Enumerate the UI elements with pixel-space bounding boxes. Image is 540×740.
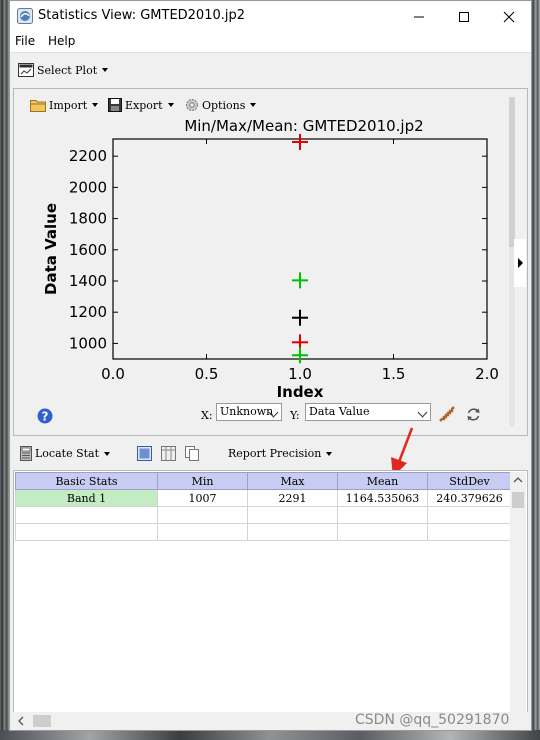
stats-toolbar: Locate Stat Report Precision (10, 440, 531, 468)
table-cell[interactable]: 240.379626 (427, 489, 512, 507)
table-cell[interactable] (15, 506, 158, 524)
view-columns-icon[interactable] (161, 446, 176, 461)
column-header-max[interactable]: Max (247, 472, 338, 490)
help-icon[interactable]: ? (37, 408, 53, 424)
table-cell[interactable]: Band 1 (15, 489, 158, 507)
column-header-basic-stats[interactable]: Basic Stats (15, 472, 158, 490)
y-tick-label: 1000 (69, 334, 107, 352)
watermark: CSDN @qq_50291870 (355, 712, 510, 728)
expand-panel-button[interactable] (514, 239, 526, 287)
desktop-background-bottom (0, 730, 540, 740)
table-cell[interactable]: 1164.535063 (337, 489, 428, 507)
desktop-background-left (0, 0, 9, 740)
copy-icon[interactable] (185, 446, 200, 461)
chart-title: Min/Max/Mean: GMTED2010.jp2 (184, 117, 423, 135)
x-axis-select-value: Unknown (220, 405, 274, 418)
table-cell[interactable] (337, 523, 428, 541)
title-bar: Statistics View: GMTED2010.jp2 (10, 1, 531, 32)
stats-table: Basic Stats Min Max Mean StdDev Band 1 1… (15, 472, 512, 541)
table-cell[interactable] (15, 523, 158, 541)
minimize-button[interactable] (396, 1, 441, 32)
table-cell[interactable] (247, 523, 338, 541)
x-axis-label: Index (277, 383, 324, 399)
table-cell[interactable]: 1007 (157, 489, 248, 507)
y-tick-label: 2200 (69, 147, 107, 165)
table-row[interactable]: Band 1 1007 2291 1164.535063 240.379626 (15, 489, 512, 507)
table-vertical-scrollbar[interactable] (510, 472, 526, 721)
table-header-row: Basic Stats Min Max Mean StdDev (15, 472, 512, 490)
column-header-mean[interactable]: Mean (337, 472, 428, 490)
table-cell[interactable] (157, 523, 248, 541)
column-header-min[interactable]: Min (157, 472, 248, 490)
select-plot-label: Select Plot (37, 63, 98, 77)
table-cell[interactable] (427, 506, 512, 524)
close-icon (503, 11, 514, 22)
locate-stat-label: Locate Stat (35, 447, 100, 460)
y-axis-selector-label: Y: (290, 409, 300, 422)
y-axis-select-value: Data Value (309, 405, 370, 418)
chevron-down-icon (102, 68, 109, 72)
column-header-stddev[interactable]: StdDev (427, 472, 512, 490)
view-single-icon[interactable] (137, 446, 152, 461)
y-axis-select[interactable]: Data Value (305, 403, 431, 421)
report-precision-button[interactable]: Report Precision (228, 447, 333, 460)
plot-panel: Import Export Options Min/Max/Mean: GMTE… (13, 88, 528, 477)
x-axis-select[interactable]: Unknown (216, 403, 282, 421)
triangle-right-icon (518, 258, 523, 268)
chevron-up-icon (513, 477, 523, 483)
table-row[interactable] (15, 523, 512, 541)
svg-text:?: ? (42, 410, 49, 424)
locate-stat-button[interactable]: Locate Stat (20, 446, 111, 461)
x-tick-label: 1.5 (382, 365, 406, 383)
chevron-down-icon (326, 451, 333, 456)
close-button[interactable] (486, 1, 531, 32)
x-tick-label: 0.0 (101, 365, 125, 383)
plot-area (112, 138, 488, 360)
x-axis-selector-label: X: (201, 409, 213, 422)
table-cell[interactable] (337, 506, 428, 524)
table-cell[interactable]: 2291 (247, 489, 338, 507)
x-tick-label: 1.0 (288, 365, 312, 383)
table-cell[interactable] (247, 506, 338, 524)
table-cell[interactable] (427, 523, 512, 541)
window-title: Statistics View: GMTED2010.jp2 (38, 8, 246, 23)
y-tick-label: 1600 (69, 241, 107, 259)
y-tick-label: 2000 (69, 178, 107, 196)
app-icon (17, 8, 33, 24)
minimize-icon (413, 16, 424, 17)
report-precision-label: Report Precision (228, 447, 322, 460)
menu-help[interactable]: Help (48, 34, 75, 48)
refresh-icon[interactable] (466, 407, 481, 422)
scatter-plot: Min/Max/Mean: GMTED2010.jp2 1000 1200 1400… (42, 117, 499, 399)
chevron-down-icon (104, 451, 111, 456)
x-tick-label: 0.5 (195, 365, 219, 383)
stats-table-area: Basic Stats Min Max Mean StdDev Band 1 1… (13, 470, 528, 724)
menu-bar: File Help (10, 32, 531, 52)
statistics-window: Statistics View: GMTED2010.jp2 File Help… (9, 0, 532, 731)
maximize-icon (458, 11, 469, 22)
chevron-left-icon (18, 716, 24, 726)
plot-icon (18, 63, 34, 77)
maximize-button[interactable] (441, 1, 486, 32)
main-toolbar: Select Plot (10, 52, 531, 88)
stairs-icon[interactable] (439, 406, 455, 422)
calculator-icon (20, 446, 32, 461)
table-row[interactable] (15, 506, 512, 524)
table-cell[interactable] (157, 506, 248, 524)
menu-file[interactable]: File (15, 34, 35, 48)
chevron-down-icon (417, 407, 428, 418)
select-plot-button[interactable]: Select Plot (18, 63, 109, 77)
y-tick-label: 1400 (69, 272, 107, 290)
y-tick-label: 1200 (69, 303, 107, 321)
y-axis-label: Data Value (42, 203, 60, 295)
x-tick-label: 2.0 (475, 365, 499, 383)
y-tick-label: 1800 (69, 210, 107, 228)
desktop-background-right (531, 0, 540, 740)
